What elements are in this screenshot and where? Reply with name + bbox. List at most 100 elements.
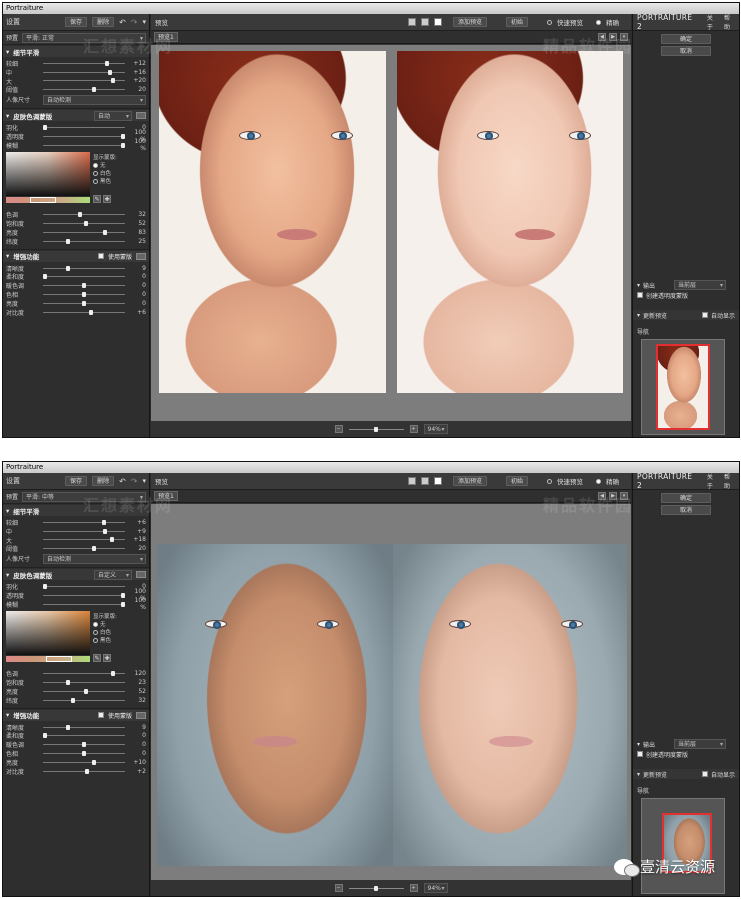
slider-value[interactable]: 9 [128,265,146,272]
zoom-dropdown[interactable]: 94% [423,883,448,893]
slider-track[interactable] [43,759,125,765]
slider-thumb[interactable] [88,309,93,315]
slider-value[interactable]: 100 % [128,597,146,611]
slider-value[interactable]: +9 [128,528,146,535]
slider-value[interactable]: 0 [128,282,146,289]
ok-button[interactable]: 确定 [661,34,711,44]
slider-thumb[interactable] [101,519,106,525]
slider-thumb[interactable] [110,671,115,677]
radio-button[interactable] [93,179,98,185]
zoom-in-icon[interactable]: + [409,425,418,433]
zoom-in-icon[interactable]: + [409,884,418,892]
slider-track[interactable] [42,125,125,131]
ok-button[interactable]: 确定 [661,493,711,503]
slider-thumb[interactable] [42,274,47,280]
slider-value[interactable]: 52 [128,688,146,695]
zoom-dropdown[interactable]: 94% [423,424,448,434]
use-mask-checkbox[interactable] [97,712,104,719]
slider-value[interactable]: 23 [128,679,146,686]
add-preview-button[interactable]: 添加预览 [452,17,487,27]
slider-track[interactable] [43,680,125,686]
slider-value[interactable]: +6 [128,519,146,526]
slider-thumb[interactable] [42,125,47,131]
slider-track[interactable] [42,584,125,590]
mask-preview-icon[interactable] [136,112,146,120]
slider-thumb[interactable] [91,759,96,765]
slider-thumb[interactable] [110,78,115,84]
slider-value[interactable]: 32 [128,697,146,704]
about-link[interactable]: 关于 [707,472,718,490]
slider-value[interactable]: +12 [128,60,146,67]
mask-preview-icon[interactable] [136,571,146,579]
slider-track[interactable] [43,212,125,218]
add-preview-button[interactable]: 添加预览 [452,476,487,486]
slider-track[interactable] [43,528,125,534]
slider-track[interactable] [43,689,125,695]
color-picker[interactable] [6,151,90,203]
radio-button[interactable] [93,171,98,177]
collapse-icon[interactable]: ▾ [6,507,9,515]
eyedropper-plus-icon[interactable]: ✚ [103,653,111,662]
slider-thumb[interactable] [82,751,86,757]
slider-value[interactable]: +20 [128,77,146,84]
slider-thumb[interactable] [65,680,70,686]
slider-thumb[interactable] [103,528,108,534]
slider-thumb[interactable] [83,689,88,695]
split-v-view-icon[interactable] [433,477,442,485]
auto-show-checkbox[interactable] [701,312,708,318]
save-button[interactable]: 保存 [65,476,88,486]
mask-display-option[interactable]: 无 [93,162,117,170]
slider-value[interactable]: +2 [128,768,146,775]
slider-track[interactable] [43,292,125,298]
mask-mode-dropdown[interactable]: 自定义 [94,569,132,580]
slider-value[interactable]: 0 [128,741,146,748]
output-dropdown[interactable]: 当前层 [674,280,727,290]
slider-value[interactable]: +10 [128,759,146,766]
mask-display-option[interactable]: 黑色 [93,178,117,186]
slider-thumb[interactable] [102,230,107,236]
slider-thumb[interactable] [70,697,75,703]
slider-value[interactable]: +16 [128,69,146,76]
mask-mode-dropdown[interactable]: 自动 [94,110,132,121]
mask-display-option[interactable]: 黑色 [93,637,117,645]
slider-value[interactable]: 25 [128,238,146,245]
slider-track[interactable] [43,519,125,525]
slider-thumb[interactable] [104,60,109,66]
single-view-icon[interactable] [407,477,416,485]
slider-track[interactable] [43,283,125,289]
mask-toggle-icon[interactable] [136,711,146,719]
slider-value[interactable]: 0 [128,300,146,307]
slider-thumb[interactable] [91,87,96,93]
slider-thumb[interactable] [91,546,96,552]
slider-thumb[interactable] [121,601,126,607]
precise-radio[interactable] [596,478,601,484]
slider-track[interactable] [43,230,125,236]
slider-thumb[interactable] [82,742,86,748]
slider-track[interactable] [43,601,126,607]
original-button[interactable]: 初始 [505,17,528,27]
eyedropper-plus-icon[interactable]: ✚ [103,194,111,203]
slider-track[interactable] [43,69,125,75]
mask-display-option[interactable]: 无 [93,621,117,629]
eyedropper-icon[interactable]: ✎ [93,194,101,203]
slider-track[interactable] [43,537,125,543]
slider-value[interactable]: +18 [128,536,146,543]
split-v-view-icon[interactable] [433,18,442,26]
slider-thumb[interactable] [42,733,47,739]
slider-thumb[interactable] [65,724,70,730]
portrait-size-dropdown[interactable]: 自动检测 [43,553,146,564]
slider-track[interactable] [43,751,125,757]
collapse-icon[interactable]: ▾ [637,741,640,748]
transparency-mask-checkbox[interactable] [637,292,643,298]
slider-thumb[interactable] [108,69,113,75]
slider-value[interactable]: 0 [128,732,146,739]
delete-button[interactable]: 删除 [92,476,115,486]
collapse-icon[interactable]: ▾ [637,771,640,778]
collapse-icon[interactable]: ▾ [6,112,9,120]
radio-button[interactable] [93,163,98,169]
single-view-icon[interactable] [407,18,416,26]
eyedropper-icon[interactable]: ✎ [93,653,101,662]
transparency-mask-checkbox[interactable] [637,751,643,757]
slider-value[interactable]: +6 [128,309,146,316]
precise-radio[interactable] [596,19,601,25]
